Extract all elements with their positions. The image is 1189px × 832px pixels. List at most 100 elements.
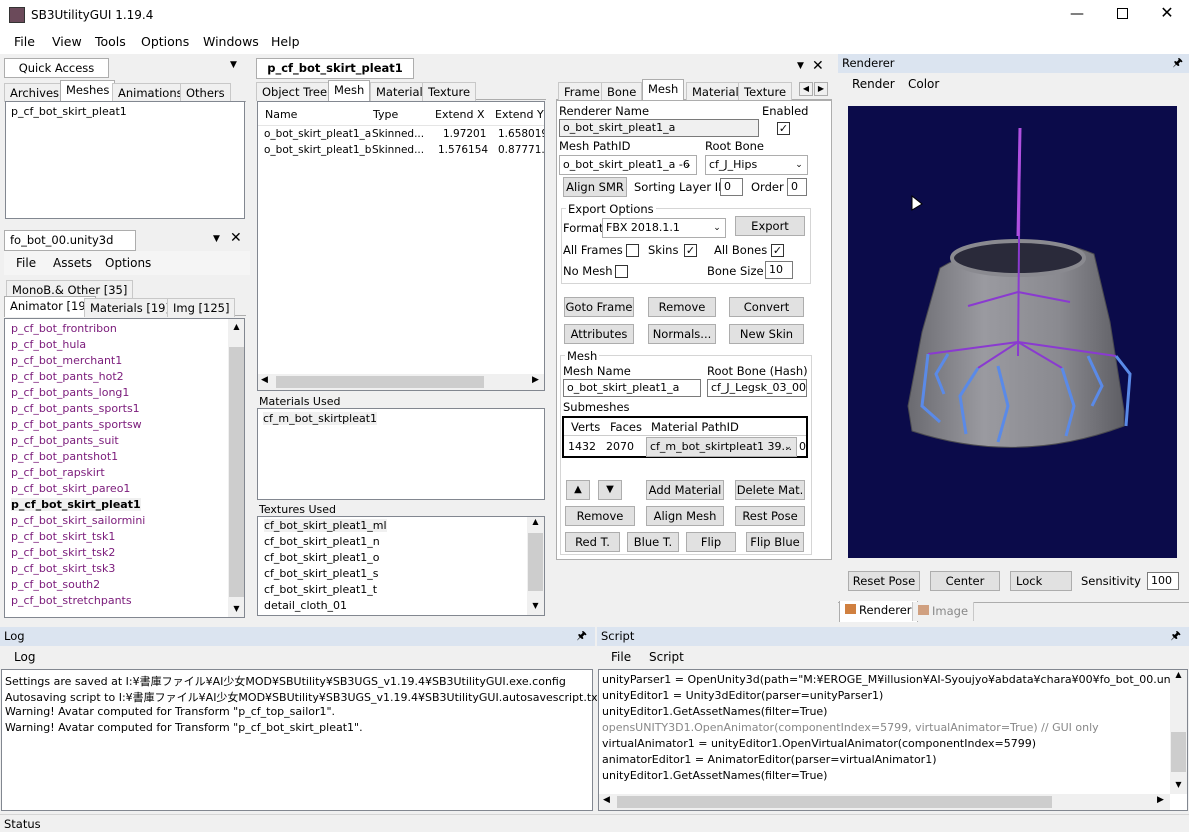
tab-renderer[interactable]: Renderer [839,601,918,622]
tab-materials[interactable]: Materials [19] [84,298,176,317]
menu-tools[interactable]: Tools [95,34,126,49]
col-faces[interactable]: Faces [610,420,642,434]
render-viewport[interactable] [848,106,1177,558]
mesh-name-field[interactable]: o_bot_skirt_pleat1_a [563,379,701,397]
col-verts[interactable]: Verts [571,420,600,434]
tab-archives[interactable]: Archives [4,83,66,102]
unity-menu-options[interactable]: Options [105,256,151,270]
tab-scroll-left-icon[interactable]: ◀ [799,82,813,96]
move-down-button[interactable]: ▼ [598,480,622,500]
table-row[interactable]: o_bot_skirt_pleat1_a Skinned... 1.97201 … [258,128,544,144]
move-up-button[interactable]: ▲ [566,480,590,500]
export-button[interactable]: Export [735,216,805,236]
unity-file-tab[interactable]: fo_bot_00.unity3d [4,230,136,251]
normals-button[interactable]: Normals... [648,324,716,344]
animator-scrollbar[interactable]: ▲ ▼ [228,319,244,617]
close-icon[interactable]: ✕ [812,58,824,74]
list-item[interactable]: p_cf_bot_skirt_sailormini [11,514,145,527]
flip-blue-button[interactable]: Flip Blue [746,532,804,552]
flip-button[interactable]: Flip [686,532,736,552]
list-item[interactable]: p_cf_bot_pants_sports1 [11,402,140,415]
align-smr-button[interactable]: Align SMR [563,177,627,197]
enabled-checkbox[interactable]: ✓ [777,122,790,135]
scroll-right-icon[interactable]: ▶ [1157,795,1164,805]
bone-size-field[interactable]: 10 [765,261,793,279]
list-item[interactable]: p_cf_bot_pants_suit [11,434,119,447]
list-item[interactable]: cf_bot_skirt_pleat1_ml [264,519,387,532]
list-item[interactable]: cf_bot_skirt_pleat1_o [264,551,380,564]
col-name[interactable]: Name [265,108,297,121]
list-item[interactable]: p_cf_bot_pants_sportsw [11,418,142,431]
list-item[interactable]: cf_bot_skirt_pleat1_t [264,583,377,596]
root-bone-select[interactable]: cf_J_Hips ⌄ [705,155,808,175]
scroll-thumb[interactable] [1171,732,1186,772]
tab-scroll-right-icon[interactable]: ▶ [814,82,828,96]
col-extend-x[interactable]: Extend X [435,108,485,121]
script-menu-script[interactable]: Script [649,650,684,664]
dropdown-icon[interactable]: ▼ [797,61,804,71]
tab-bone[interactable]: Bone [601,82,643,101]
col-material-pathid[interactable]: Material PathID [651,420,739,434]
align-mesh-button[interactable]: Align Mesh [646,506,724,526]
unity-menu-file[interactable]: File [16,256,36,270]
table-row[interactable]: o_bot_skirt_pleat1_b Skinned... 1.576154… [258,144,544,160]
renderer-name-field[interactable]: o_bot_skirt_pleat1_a [559,119,759,137]
tab-editor-texture[interactable]: Texture [738,82,793,101]
scroll-thumb[interactable] [528,533,543,591]
new-skin-button[interactable]: New Skin [729,324,804,344]
scroll-thumb[interactable] [617,796,1052,808]
col-extend-y[interactable]: Extend Y [495,108,544,121]
all-bones-checkbox[interactable]: ✓ [771,244,784,257]
script-text[interactable]: unityParser1 = OpenUnity3d(path="M:¥EROG… [598,669,1188,811]
red-t-button[interactable]: Red T. [565,532,620,552]
renderer-menu-color[interactable]: Color [908,77,939,91]
all-frames-checkbox[interactable] [626,244,639,257]
scroll-thumb[interactable] [229,347,244,597]
list-item[interactable]: cf_m_bot_skirtpleat1 [263,412,378,425]
col-type[interactable]: Type [373,108,398,121]
list-item[interactable]: p_cf_bot_skirt_pareo1 [11,482,130,495]
menu-view[interactable]: View [52,34,82,49]
meshes-list[interactable]: p_cf_bot_skirt_pleat1 [5,101,245,219]
pin-icon[interactable]: 🖈 [576,628,587,647]
list-item[interactable]: p_cf_bot_stretchpants [11,594,132,607]
goto-frame-button[interactable]: Goto Frame [564,297,634,317]
pin-icon[interactable]: 🖈 [1170,628,1181,647]
center-button[interactable]: Center [930,571,1000,591]
script-menu-file[interactable]: File [611,650,631,664]
tab-meshes[interactable]: Meshes [60,80,116,101]
tab-others[interactable]: Others [180,83,231,102]
tab-img[interactable]: Img [125] [167,298,236,317]
sensitivity-field[interactable]: 100 [1147,572,1179,590]
menu-windows[interactable]: Windows [203,34,259,49]
tab-material[interactable]: Material [370,82,429,101]
format-select[interactable]: FBX 2018.1.1 ⌄ [602,218,726,238]
unity-menu-assets[interactable]: Assets [53,256,92,270]
list-item[interactable]: p_cf_bot_pants_long1 [11,386,129,399]
no-mesh-checkbox[interactable] [615,265,628,278]
list-item[interactable]: p_cf_bot_skirt_tsk3 [11,562,115,575]
list-item[interactable]: p_cf_bot_merchant1 [11,354,122,367]
scroll-up-icon[interactable]: ▲ [228,319,244,335]
close-icon[interactable]: ✕ [230,230,242,246]
tab-mesh[interactable]: Mesh [328,80,371,101]
tab-editor-material[interactable]: Material [686,82,745,101]
log-text[interactable]: Settings are saved at I:¥書庫ファイル¥AI少女MOD¥… [1,669,602,811]
textures-used-list[interactable]: cf_bot_skirt_pleat1_ml cf_bot_skirt_pleat… [257,516,545,616]
materials-used-list[interactable]: cf_m_bot_skirtpleat1 [257,408,545,500]
pin-icon[interactable]: 🖈 [1172,55,1183,74]
material-pathid-select[interactable]: cf_m_bot_skirtpleat1 39... ⌄ [646,437,797,457]
list-item[interactable]: p_cf_bot_pantshot1 [11,450,118,463]
quick-access-tab[interactable]: Quick Access [4,58,109,78]
delete-mat-button[interactable]: Delete Mat. [735,480,805,500]
tab-animator[interactable]: Animator [19] [4,296,97,317]
dropdown-icon[interactable]: ▼ [213,234,220,244]
list-item[interactable]: p_cf_bot_skirt_tsk1 [11,530,115,543]
maximize-icon[interactable] [1108,6,1136,24]
tab-frame[interactable]: Frame [558,82,606,101]
sorting-layer-field[interactable]: 0 [720,178,743,196]
object-tab[interactable]: p_cf_bot_skirt_pleat1 [256,58,414,79]
renderer-menu-render[interactable]: Render [852,77,895,91]
tab-texture[interactable]: Texture [422,82,477,101]
menu-options[interactable]: Options [141,34,189,49]
